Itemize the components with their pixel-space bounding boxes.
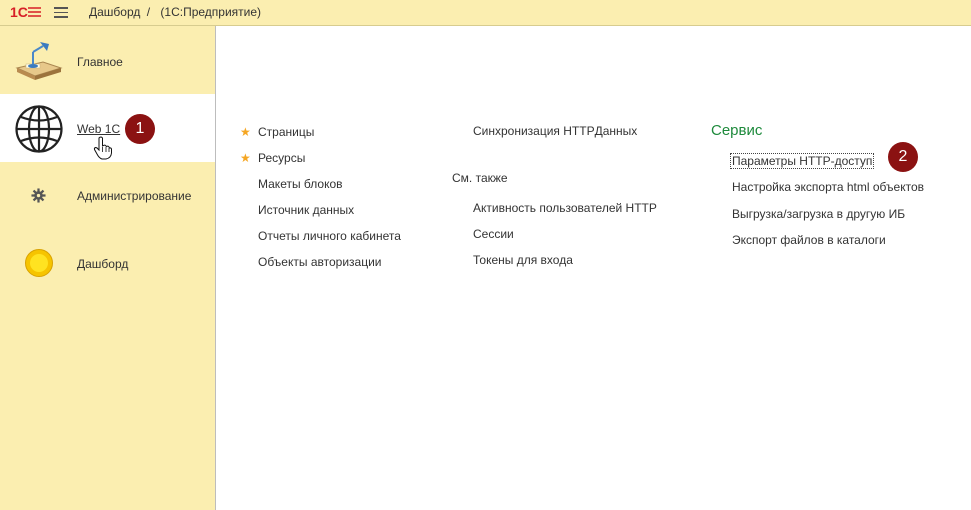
- link-sessions[interactable]: Сессии: [473, 227, 514, 241]
- sidebar-item-label: Дашборд: [77, 257, 129, 271]
- sidebar-item-main[interactable]: Главное: [0, 26, 215, 94]
- see-also-heading: См. также: [452, 171, 508, 185]
- hand-cursor-icon: [93, 136, 112, 160]
- link-account-reports[interactable]: Отчеты личного кабинета: [258, 229, 401, 243]
- link-resources[interactable]: Ресурсы: [258, 151, 305, 165]
- sidebar-item-dashboard[interactable]: Дашборд: [0, 230, 215, 298]
- annotation-badge-2: 2: [888, 142, 918, 172]
- link-login-tokens[interactable]: Токены для входа: [473, 253, 573, 267]
- sun-icon: [25, 249, 53, 277]
- sidebar-item-web1c[interactable]: Web 1C: [0, 94, 215, 162]
- sidebar-item-label: Web 1C: [77, 122, 121, 136]
- globe-icon: [15, 105, 63, 153]
- link-data-source[interactable]: Источник данных: [258, 203, 354, 217]
- sidebar-item-label: Главное: [77, 55, 123, 69]
- sidebar: Главное Web 1C Администрирование Дашборд: [0, 26, 216, 510]
- app-name: (1С:Предприятие): [160, 5, 262, 19]
- link-db-upload[interactable]: Выгрузка/загрузка в другую ИБ: [732, 207, 905, 221]
- menu-icon[interactable]: [54, 7, 68, 19]
- link-http-activity[interactable]: Активность пользователей HTTP: [473, 201, 657, 215]
- main-content: ★ Страницы ★ Ресурсы Макеты блоков Источ…: [216, 26, 971, 510]
- link-export-files[interactable]: Экспорт файлов в каталоги: [732, 233, 886, 247]
- link-html-export-settings[interactable]: Настройка экспорта html объектов: [732, 180, 924, 194]
- svg-text:1C: 1C: [10, 4, 28, 20]
- annotation-badge-1: 1: [125, 114, 155, 144]
- sidebar-item-label: Администрирование: [77, 189, 192, 203]
- star-icon: ★: [240, 151, 251, 165]
- sidebar-item-administration[interactable]: Администрирование: [0, 162, 215, 230]
- top-bar: 1C Дашборд / (1С:Предприятие): [0, 0, 971, 26]
- link-http-sync[interactable]: Синхронизация HTTPДанных: [473, 124, 637, 138]
- breadcrumb-separator: /: [146, 5, 151, 19]
- link-http-access-params[interactable]: Параметры HTTP-доступ: [730, 153, 875, 169]
- star-icon: ★: [240, 125, 251, 139]
- breadcrumb: Дашборд / (1С:Предприятие): [89, 5, 261, 19]
- breadcrumb-page[interactable]: Дашборд: [89, 5, 140, 19]
- link-pages[interactable]: Страницы: [258, 125, 314, 139]
- desk-lamp-icon: [15, 42, 63, 80]
- service-section-title: Сервис: [711, 122, 763, 139]
- link-block-layouts[interactable]: Макеты блоков: [258, 177, 343, 191]
- link-auth-objects[interactable]: Объекты авторизации: [258, 255, 381, 269]
- gear-icon: [31, 188, 46, 203]
- 1c-logo[interactable]: 1C: [10, 4, 42, 20]
